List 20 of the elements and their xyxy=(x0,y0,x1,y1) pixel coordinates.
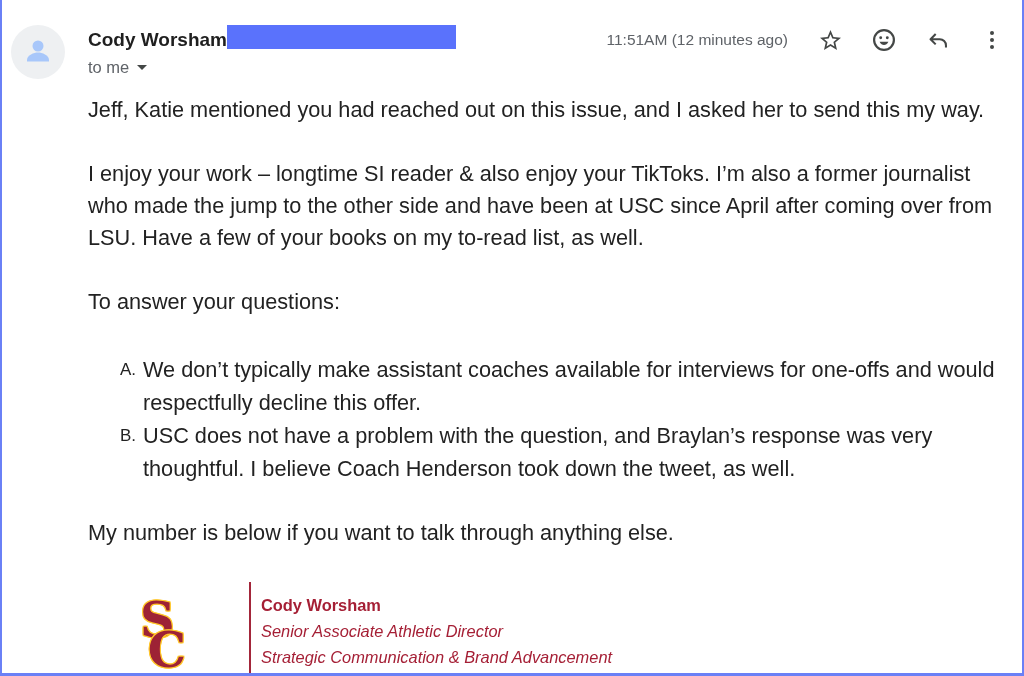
recipient-label: to me xyxy=(88,57,130,77)
timestamp: 11:51AM (12 minutes ago) xyxy=(606,30,788,50)
more-icon[interactable] xyxy=(990,31,994,49)
signature-title: Senior Associate Athletic Director xyxy=(261,621,505,642)
list-item-text: USC does not have a problem with the question, and Braylan’s response was very thoughtful. I believe Coach Henderson took down the tweet, as well. xyxy=(143,422,934,483)
reply-icon[interactable] xyxy=(929,32,947,48)
signature-name: Cody Worsham xyxy=(261,595,382,616)
body-paragraph: Jeff, Katie mentioned you had reached out on this issue, and I asked her to send this my way. xyxy=(88,96,986,124)
list-marker: A. xyxy=(120,359,138,381)
sender-name: Cody Worsham xyxy=(88,28,227,52)
body-paragraph: I enjoy your work – longtime SI reader & also enjoy your TikToks. I’m also a former journalist who made the jump to the other side and have been at USC since April after coming over from LSU. Have a few of your books on my to-read list, as well. xyxy=(88,160,994,252)
star-icon[interactable] xyxy=(819,30,841,50)
body-paragraph: My number is below if you want to talk through anything else. xyxy=(88,519,675,547)
list-item-text: We don’t typically make assistant coaches available for interviews for one-offs and would respectfully decline this offer. xyxy=(143,356,996,417)
body-paragraph: To answer your questions: xyxy=(88,288,341,316)
list-marker: B. xyxy=(120,425,138,447)
signature-department: Strategic Communication & Brand Advancement xyxy=(261,647,613,668)
smiley-icon[interactable] xyxy=(873,29,895,51)
avatar-icon xyxy=(11,25,65,79)
caret-icon[interactable] xyxy=(137,64,148,70)
